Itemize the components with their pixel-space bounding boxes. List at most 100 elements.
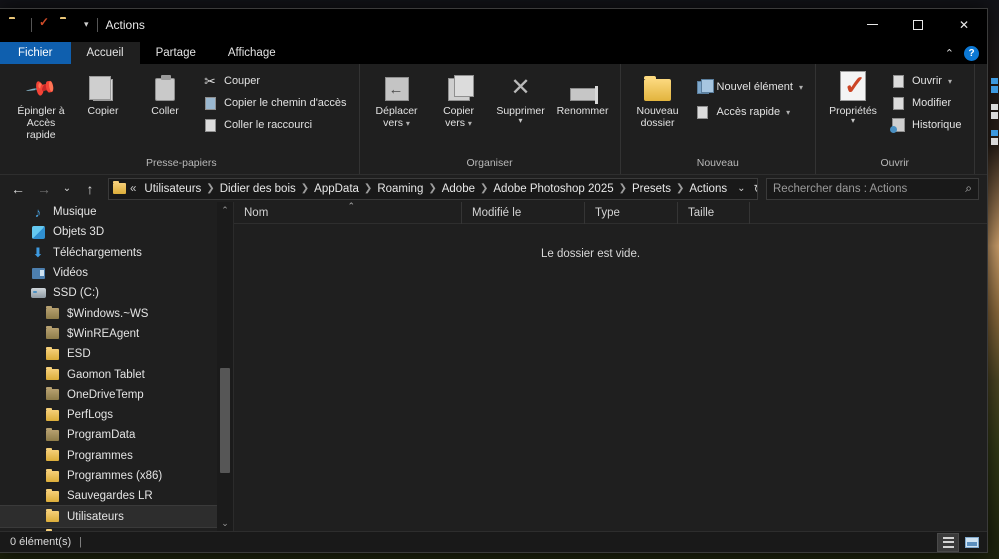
- nav-item-onedrivetemp[interactable]: OneDriveTemp: [0, 385, 217, 405]
- breadcrumb-item-actions[interactable]: Actions: [685, 183, 731, 195]
- column-header-taille[interactable]: Taille: [678, 201, 750, 224]
- invert-selection-button[interactable]: Inverser la sélection: [989, 127, 999, 147]
- open-button[interactable]: Ouvrir ▾: [888, 71, 968, 91]
- tab-affichage[interactable]: Affichage: [212, 42, 292, 64]
- tab-fichier[interactable]: Fichier: [0, 42, 71, 64]
- chevron-right-icon[interactable]: ❯: [300, 183, 310, 194]
- chevron-down-icon[interactable]: ▾: [82, 19, 91, 30]
- copy-path-button[interactable]: Copier le chemin d'accès: [200, 93, 353, 113]
- search-icon[interactable]: ⌕: [965, 181, 972, 196]
- breadcrumb-item-adobe-photoshop-2025[interactable]: Adobe Photoshop 2025: [489, 183, 617, 195]
- maximize-button[interactable]: [895, 9, 941, 40]
- history-button[interactable]: Historique: [888, 115, 968, 135]
- breadcrumb-item-didier-des-bois[interactable]: Didier des bois: [216, 183, 300, 195]
- nav-item-t-l-chargements[interactable]: ⬇ Téléchargements: [0, 243, 217, 263]
- paste-button[interactable]: Coller: [134, 69, 196, 119]
- chevron-right-icon[interactable]: ❯: [363, 183, 373, 194]
- file-list-body[interactable]: Le dossier est vide.: [234, 224, 987, 531]
- column-header-modifi-le[interactable]: Modifié le: [462, 201, 585, 224]
- properties-icon[interactable]: [38, 17, 54, 33]
- nav-item-winreagent[interactable]: $WinREAgent: [0, 324, 217, 344]
- nav-item-utilisateurs[interactable]: Utilisateurs: [0, 505, 218, 528]
- nav-item-windows-ws[interactable]: $Windows.~WS: [0, 303, 217, 323]
- pin-to-quick-access-button[interactable]: 📌 Épingler à Accès rapide: [10, 69, 72, 143]
- new-item-button[interactable]: Nouvel élément ▾: [693, 77, 809, 97]
- nav-item-vid-os[interactable]: Vidéos: [0, 263, 217, 283]
- quick-access-button[interactable]: Accès rapide ▾: [693, 102, 809, 122]
- copy-button[interactable]: Copier: [72, 69, 134, 119]
- nav-item-programdata[interactable]: ProgramData: [0, 425, 217, 445]
- select-all-button[interactable]: Sélectionner tout: [989, 75, 999, 95]
- select-none-button[interactable]: Aucun: [989, 101, 999, 121]
- chevron-right-icon[interactable]: ❯: [618, 183, 628, 194]
- nav-item-label: Sauvegardes LR: [67, 490, 153, 503]
- rename-button[interactable]: Renommer: [552, 69, 614, 119]
- history-label: Historique: [912, 119, 962, 131]
- nav-item-ssd-c[interactable]: SSD (C:): [0, 283, 217, 303]
- paste-shortcut-button[interactable]: Coller le raccourci: [200, 115, 353, 135]
- column-header-nom[interactable]: Nom ⌃: [234, 200, 462, 224]
- chevron-right-icon[interactable]: ❯: [205, 183, 215, 194]
- nav-item-gaomon-tablet[interactable]: Gaomon Tablet: [0, 364, 217, 384]
- edit-button[interactable]: Modifier: [888, 93, 968, 113]
- sort-indicator-icon: ⌃: [347, 200, 356, 211]
- group-label-organiser: Organiser: [466, 157, 513, 169]
- tab-accueil[interactable]: Accueil: [70, 42, 140, 64]
- scrollbar-thumb[interactable]: [220, 368, 230, 473]
- cut-button[interactable]: ✂ Couper: [200, 71, 353, 91]
- close-button[interactable]: ✕: [941, 9, 987, 40]
- divider: [31, 17, 32, 32]
- nav-item-musique[interactable]: ♪ Musique: [0, 202, 217, 222]
- nav-item-esd[interactable]: ESD: [0, 344, 217, 364]
- move-to-label-line1: Déplacer: [375, 105, 418, 117]
- tab-partage[interactable]: Partage: [140, 42, 212, 64]
- breadcrumb-item-adobe[interactable]: Adobe: [438, 183, 479, 195]
- navigation-scrollbar[interactable]: ⌃ ⌄: [217, 202, 233, 531]
- nav-item-programmes-x86[interactable]: Programmes (x86): [0, 466, 217, 486]
- new-folder-button[interactable]: Nouveau dossier: [627, 69, 689, 131]
- chevron-up-icon[interactable]: ⌃: [945, 47, 954, 60]
- breadcrumb-item-presets[interactable]: Presets: [628, 183, 675, 195]
- folder-icon[interactable]: [9, 17, 25, 33]
- breadcrumb-dropdown-icon[interactable]: ⌄: [731, 183, 751, 194]
- nav-item-objets-3d[interactable]: Objets 3D: [0, 222, 217, 242]
- column-header-type[interactable]: Type: [585, 201, 678, 224]
- invert-selection-icon: [991, 129, 999, 145]
- group-label-nouveau: Nouveau: [696, 157, 739, 169]
- breadcrumb-item-utilisateurs[interactable]: Utilisateurs: [140, 183, 205, 195]
- nav-item-programmes[interactable]: Programmes: [0, 446, 217, 466]
- back-button[interactable]: ←: [6, 178, 30, 200]
- chevron-right-icon[interactable]: ❯: [675, 183, 685, 194]
- search-input[interactable]: Rechercher dans : Actions ⌕: [766, 177, 979, 200]
- scroll-up-icon[interactable]: ⌃: [217, 202, 233, 218]
- up-button[interactable]: ↑: [78, 178, 102, 200]
- nav-item-label: Vidéos: [53, 267, 88, 280]
- large-icons-view-button[interactable]: [961, 533, 983, 552]
- nav-item-windows[interactable]: Windows: [0, 527, 217, 531]
- new-item-icon: [695, 78, 714, 95]
- copy-to-button[interactable]: Copier vers ▾: [428, 69, 490, 132]
- breadcrumb-item-appdata[interactable]: AppData: [310, 183, 363, 195]
- chevron-right-icon[interactable]: ❯: [479, 183, 489, 194]
- help-icon[interactable]: ?: [964, 46, 979, 61]
- breadcrumb[interactable]: « Utilisateurs ❯ Didier des bois ❯ AppData…: [108, 177, 758, 200]
- recent-locations-button[interactable]: ⌄: [58, 178, 76, 200]
- refresh-icon[interactable]: ↻: [752, 182, 758, 196]
- delete-button[interactable]: ✕ Supprimer ▾: [490, 69, 552, 126]
- new-folder-label-line2: dossier: [640, 117, 675, 129]
- chevron-right-icon[interactable]: ❯: [427, 183, 437, 194]
- properties-button[interactable]: Propriétés ▾: [822, 69, 884, 126]
- minimize-button[interactable]: [849, 9, 895, 40]
- breadcrumb-overflow[interactable]: «: [126, 183, 140, 195]
- nav-item-perflogs[interactable]: PerfLogs: [0, 405, 217, 425]
- rename-label: Renommer: [556, 105, 609, 117]
- column-headers: Nom ⌃ Modifié le Type Taille: [234, 200, 987, 224]
- breadcrumb-item-roaming[interactable]: Roaming: [373, 183, 427, 195]
- nav-item-sauvegardes-lr[interactable]: Sauvegardes LR: [0, 486, 217, 506]
- new-folder-icon[interactable]: [60, 17, 76, 33]
- move-to-button[interactable]: Déplacer vers ▾: [366, 69, 428, 132]
- details-view-button[interactable]: [937, 532, 959, 552]
- scroll-down-icon[interactable]: ⌄: [217, 515, 233, 531]
- folder-dim-icon: [44, 387, 60, 401]
- forward-button[interactable]: →: [32, 178, 56, 200]
